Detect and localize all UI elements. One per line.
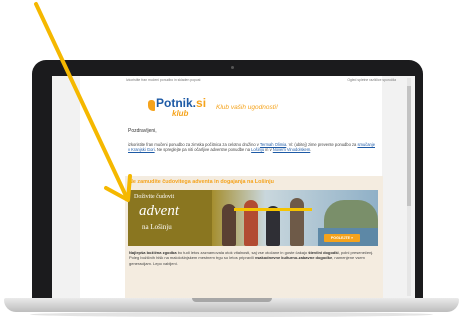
person: [266, 206, 280, 246]
email-body: Izkoristite fran mučeni ponudbo in sklad…: [80, 76, 396, 298]
logo-klub: klub: [172, 109, 189, 118]
laptop-notch: [192, 298, 272, 302]
link-novi-vinodolski[interactable]: Novem Vinodolskem: [273, 147, 310, 152]
person: [244, 200, 258, 246]
logo-mark-icon: [148, 100, 155, 111]
banner-photo-people: [214, 194, 324, 246]
yellow-scarf: [234, 208, 312, 211]
intro-paragraph: izkoristite fran mučeni ponudbo za zimsk…: [128, 142, 375, 153]
greeting: Pozdravljeni,: [128, 128, 157, 134]
link-losinj[interactable]: Lošinju: [251, 147, 264, 152]
banner-line-1: Doživite čudovit: [134, 194, 175, 200]
tagline: Klub vaših ugodnosti!: [216, 104, 278, 111]
advent-section: Ne zamudite čudovitega adventa in dogaja…: [125, 176, 383, 298]
link-terme-olimia[interactable]: Termah Olimia: [260, 142, 286, 147]
webcam: [231, 66, 234, 69]
section-title: Ne zamudite čudovitega adventa in dogaja…: [129, 179, 274, 185]
preheader-text: Izkoristite fran mučeni ponudbo in sklad…: [126, 78, 201, 82]
banner-line-3: na Lošinju: [142, 223, 172, 231]
poglejte-button[interactable]: POGLEJTE »: [324, 234, 360, 242]
laptop-shadow: [30, 312, 433, 317]
web-version-link[interactable]: Ogled spletne različice sporočila: [347, 78, 396, 82]
section-body-text: Najlepša božična zgodba bo tudi letos za…: [129, 250, 374, 266]
advent-banner[interactable]: Doživite čudovit advent na Lošinju POGLE…: [128, 190, 378, 246]
email-preheader: Izkoristite fran mučeni ponudbo in sklad…: [126, 78, 396, 82]
banner-line-2: advent: [139, 203, 179, 219]
laptop-screen: Izkoristite fran mučeni ponudbo in sklad…: [52, 76, 415, 298]
banner-photo-landscape: [324, 200, 378, 230]
scrollbar-thumb[interactable]: [407, 86, 411, 206]
person: [290, 198, 304, 246]
